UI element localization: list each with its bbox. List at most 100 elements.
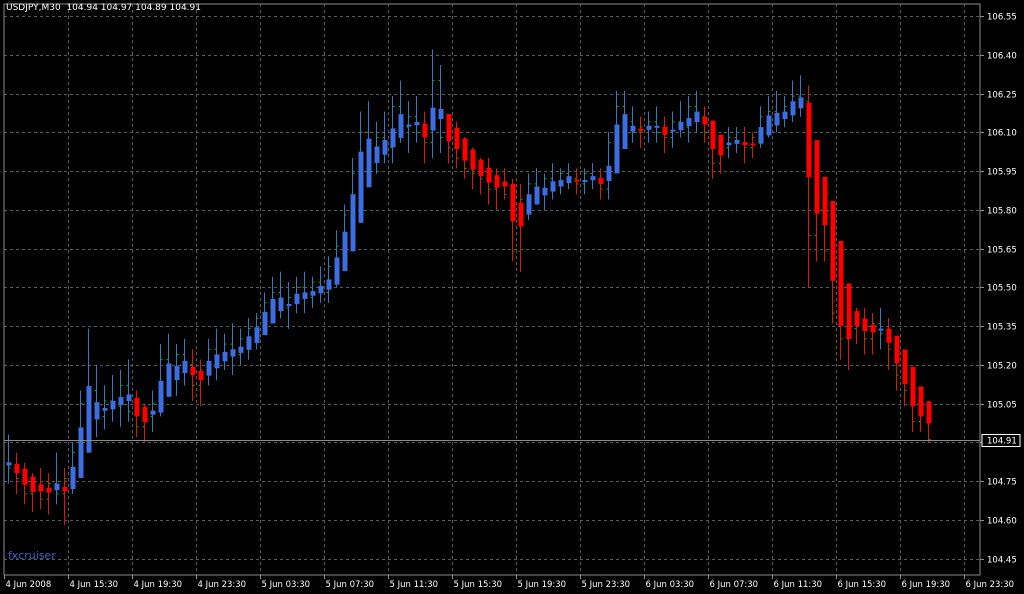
ha-body <box>478 159 484 177</box>
x-tick-label: 4 Jun 19:30 <box>134 580 183 590</box>
ha-body <box>310 291 316 296</box>
ha-body <box>470 149 476 170</box>
ha-body <box>574 179 580 182</box>
ha-body <box>318 285 324 294</box>
ha-body <box>22 468 28 485</box>
y-tick-label: 105.80 <box>987 207 1017 217</box>
ha-body <box>230 349 236 357</box>
ha-body <box>70 466 76 490</box>
ha-body <box>806 102 812 178</box>
ha-body <box>302 292 308 299</box>
current-price-label: 104.91 <box>987 437 1017 447</box>
ha-body <box>406 124 412 127</box>
x-tick-label: 6 Jun 07:30 <box>710 580 759 590</box>
ha-body <box>342 231 348 272</box>
y-tick-label: 106.25 <box>987 91 1017 101</box>
ha-body <box>710 120 716 150</box>
ha-body <box>854 311 860 326</box>
ha-body <box>638 128 644 131</box>
ha-body <box>446 114 452 142</box>
ha-body <box>190 366 196 376</box>
y-tick-label: 105.05 <box>987 401 1017 411</box>
y-tick-label: 105.95 <box>987 168 1017 178</box>
ha-body <box>398 114 404 138</box>
x-tick-label: 6 Jun 15:30 <box>838 580 887 590</box>
x-tick-label: 6 Jun 19:30 <box>902 580 951 590</box>
ha-body <box>166 363 172 397</box>
axes: 106.55 106.40 106.25 106.10 105.95 105.80 105.… <box>3 3 1021 590</box>
ha-body <box>374 146 380 163</box>
ha-body <box>422 123 428 138</box>
ha-body <box>438 109 444 120</box>
ha-body <box>694 111 700 123</box>
ha-body <box>750 143 756 146</box>
ha-body <box>486 167 492 183</box>
ha-body <box>614 124 620 174</box>
ha-body <box>350 194 356 252</box>
ha-body <box>158 380 164 413</box>
y-tick-label: 106.10 <box>987 129 1017 139</box>
ha-body <box>278 297 284 312</box>
ha-body <box>702 116 708 125</box>
ha-body <box>126 394 132 402</box>
ha-body <box>798 97 804 109</box>
ha-body <box>454 127 460 150</box>
ha-body <box>830 201 836 281</box>
ha-body <box>726 142 732 146</box>
y-tick-label: 106.55 <box>987 13 1017 23</box>
ha-body <box>358 151 364 223</box>
x-tick-label: 4 Jun 23:30 <box>198 580 247 590</box>
ha-body <box>174 366 180 381</box>
ha-body <box>94 402 100 420</box>
y-tick-label: 104.75 <box>987 478 1017 488</box>
ha-body <box>294 293 300 305</box>
ha-body <box>46 487 52 493</box>
ha-body <box>414 121 420 126</box>
ha-body <box>62 486 68 492</box>
ha-body <box>526 194 532 215</box>
ha-body <box>54 483 60 491</box>
ha-body <box>222 351 228 362</box>
x-tick-label: 5 Jun 23:30 <box>582 580 631 590</box>
ha-body <box>734 140 740 144</box>
ha-body <box>790 101 796 116</box>
ha-body <box>246 336 252 350</box>
ha-body <box>542 187 548 196</box>
ha-body <box>382 140 388 155</box>
ha-body <box>78 427 84 478</box>
ha-body <box>814 140 820 214</box>
ha-body <box>182 360 188 374</box>
ha-body <box>326 279 332 290</box>
ha-body <box>14 463 20 474</box>
ha-body <box>134 397 140 417</box>
ha-body <box>270 298 276 324</box>
price-chart[interactable]: 106.55 106.40 106.25 106.10 105.95 105.80 105.… <box>0 0 1024 594</box>
x-tick-label: 4 Jun 15:30 <box>70 580 119 590</box>
ha-body <box>390 128 396 148</box>
ha-body <box>6 462 12 466</box>
ha-body <box>894 335 900 364</box>
ha-body <box>630 125 636 132</box>
ha-body <box>822 176 828 226</box>
ha-body <box>286 304 292 307</box>
y-tick-label: 104.60 <box>987 517 1017 527</box>
ha-body <box>678 121 684 131</box>
ha-body <box>742 141 748 146</box>
ha-body <box>670 129 676 132</box>
ha-body <box>590 176 596 181</box>
plot-frame <box>3 3 981 576</box>
ha-body <box>254 327 260 344</box>
ha-body <box>662 126 668 135</box>
x-tick-label: 6 Jun 11:30 <box>774 580 823 590</box>
watermark: fxcruiser <box>8 549 56 562</box>
ha-body <box>366 138 372 188</box>
ha-body <box>110 400 116 410</box>
ha-body <box>238 346 244 353</box>
ha-body <box>558 180 564 187</box>
chart-window[interactable]: 106.55 106.40 106.25 106.10 105.95 105.80 105.… <box>0 0 1024 594</box>
x-tick-label: 5 Jun 07:30 <box>326 580 375 590</box>
ha-body <box>926 401 932 424</box>
x-tick-label: 6 Jun 03:30 <box>646 580 695 590</box>
ha-body <box>118 397 124 406</box>
y-tick-label: 106.40 <box>987 52 1017 62</box>
